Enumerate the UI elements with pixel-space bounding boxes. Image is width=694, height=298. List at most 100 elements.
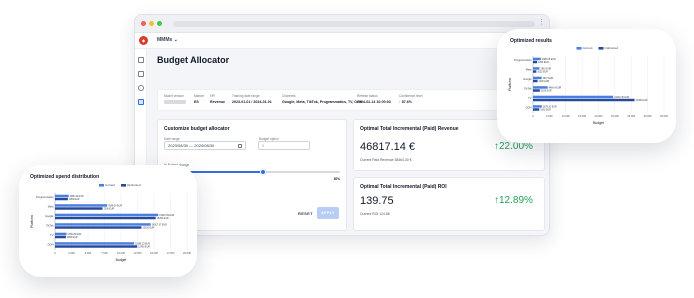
bar-optimized-programmatics: [55, 197, 68, 201]
x-tick-label: 5,000: [546, 114, 553, 118]
x-tick-label: 15,000: [150, 251, 158, 255]
bar-data-label: 2627 EUR: [543, 78, 554, 80]
legend-label: Optimized: [127, 183, 141, 187]
bar-optimized-ooh: [55, 245, 138, 248]
info-market: Market ES: [194, 94, 204, 104]
y-tick-label: OOH: [526, 106, 532, 110]
users-icon[interactable]: [138, 85, 144, 91]
bar-data-label: 2386.05 EUR: [542, 59, 556, 61]
info-refresh-status: Refresh status 2024-02-14 10:00:03: [357, 94, 391, 104]
bar-current-programmatics: [55, 194, 69, 198]
bar-optimized-meta: [533, 70, 537, 73]
bar-data-label: 4466.4 EUR: [549, 87, 562, 89]
bar-data-label: 7898.24 EUR: [108, 205, 122, 207]
legend-label: Optimized: [605, 46, 619, 50]
info-model-version: Model version: [164, 94, 186, 104]
legend-swatch: [99, 184, 104, 187]
grid-icon[interactable]: [138, 71, 144, 77]
slider-thumb[interactable]: [259, 169, 266, 175]
bar-data-label: 13100 EUR: [142, 227, 154, 229]
bar-optimized-tv: [55, 235, 66, 239]
x-tick-label: 20,000: [595, 114, 603, 118]
x-tick-label: 40,000: [660, 114, 668, 118]
x-tick-label: 0: [54, 251, 56, 255]
bar-current-ooh: [55, 242, 135, 245]
optimized-results-chart: Current Optimized 0 5,000 10,000 15,000 20,000…: [508, 46, 669, 125]
bar-data-label: 2678.31 EUR: [543, 106, 557, 108]
calendar-icon[interactable]: [238, 144, 242, 148]
date-range-input[interactable]: 2023/08/30 — 2024/08/30: [164, 141, 246, 150]
info-confidence: Confidence level ↑ 87.6%: [399, 94, 423, 104]
legend-label: Current: [105, 183, 115, 187]
x-tick-label: 0: [532, 114, 534, 118]
roi-current: Current ROI 124.86: [360, 212, 390, 216]
x-tick-label: 25,000: [611, 114, 619, 118]
close-window-icon[interactable]: [141, 21, 146, 26]
bar-optimized-meta: [55, 207, 103, 210]
bar-current-tiktok: [55, 223, 151, 226]
bar-current-google: [55, 213, 159, 217]
spend-distribution-card: Optimized spend distribution Current Opti…: [19, 165, 197, 277]
x-tick-label: 2,500: [68, 251, 75, 255]
roi-card: Optimal Total Incremental (Paid) ROI 139…: [353, 177, 545, 231]
roi-value: 139.75: [360, 195, 394, 207]
bar-data-label: 24492.35 EUR: [614, 97, 629, 99]
x-axis-title: Budget: [593, 121, 604, 125]
revenue-value: 46817.14 €: [360, 141, 416, 153]
x-tick-label: 15,000: [578, 114, 586, 118]
minimize-window-icon[interactable]: [149, 21, 154, 26]
bar-current-tv: [533, 95, 614, 99]
info-channels: Channels Google, Meta, TikTok, Programma…: [282, 94, 363, 104]
y-tick-label: OOH: [48, 243, 54, 247]
bar-optimized-tiktok: [533, 89, 540, 92]
y-axis-title: Platform: [508, 78, 512, 91]
legend-label: Current: [583, 46, 593, 50]
bar-optimized-tiktok: [55, 226, 142, 229]
apply-button[interactable]: APPLY: [317, 207, 339, 219]
home-icon[interactable]: [138, 57, 144, 63]
app-logo-icon[interactable]: ◆: [139, 36, 148, 45]
y-tick-label: Google: [523, 77, 532, 81]
bar-optimized-programmatics: [533, 60, 538, 64]
bar-data-label: 1963 EUR: [540, 68, 551, 70]
budget-change-value: 30%: [333, 177, 340, 181]
address-bar[interactable]: [173, 21, 535, 27]
model-info-bar: Model version Market ES KPI Revenue Trai…: [157, 89, 545, 111]
x-axis-title: Budget: [116, 258, 127, 262]
x-tick-label: 7,500: [101, 251, 108, 255]
bar-data-label: 31000 EUR: [636, 100, 648, 102]
bar-optimized-ooh: [533, 108, 540, 111]
spend-distribution-chart: Current Optimized 0 2,500 5,000 7,500 10,000 12…: [30, 183, 192, 262]
y-tick-label: Programmatics: [514, 58, 532, 62]
y-tick-label: TV: [528, 96, 532, 100]
bar-optimized-google: [533, 79, 538, 83]
x-tick-label: 17,500: [167, 251, 175, 255]
reset-button[interactable]: RESET: [298, 211, 313, 216]
legend-swatch: [598, 47, 604, 50]
bar-current-google: [533, 76, 542, 80]
bar-optimized-google: [55, 216, 156, 220]
bar-data-label: 15640.59 EUR: [159, 215, 174, 217]
bar-current-tv: [55, 232, 67, 236]
budget-allocator-icon[interactable]: [138, 99, 144, 105]
bar-data-label: 15250 EUR: [157, 218, 169, 220]
x-tick-label: 20,000: [183, 251, 191, 255]
info-training-range: Training date range 2023-01-01 / 2024-01…: [232, 94, 272, 104]
y-tick-label: TV: [50, 233, 54, 237]
bar-data-label: 1400 EUR: [539, 81, 550, 83]
optimized-results-card: Optimized results Current Optimized 0 5,000…: [497, 29, 676, 143]
more-options-icon[interactable]: ⋮: [538, 19, 545, 26]
x-tick-label: 5,000: [85, 251, 92, 255]
maximize-window-icon[interactable]: [157, 21, 162, 26]
y-axis-title: Platform: [30, 215, 34, 228]
bar-optimized-tv: [533, 98, 635, 102]
bar-data-label: 2100 EUR: [541, 90, 552, 92]
budget-option-input[interactable]: 0: [258, 141, 310, 150]
y-tick-label: TikTok: [524, 87, 532, 91]
x-tick-label: 10,000: [117, 251, 125, 255]
app-header: ◆ MMMs ⌄: [135, 33, 549, 49]
app-switcher[interactable]: MMMs ⌄: [157, 37, 178, 43]
bar-data-label: 1025 EUR: [537, 71, 548, 73]
bar-data-label: 2080.43 EUR: [70, 196, 84, 198]
bar-current-meta: [55, 204, 108, 207]
